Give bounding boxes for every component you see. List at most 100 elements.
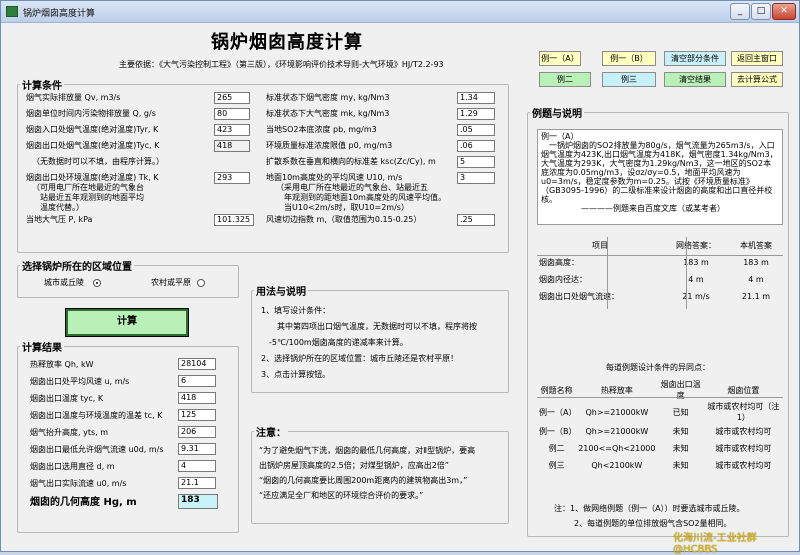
maximize-button[interactable]: □ [751, 3, 771, 20]
exponent-label: 风速切边指数 m,（取值范围为0.15-0.25） [266, 215, 422, 224]
wind-label: 地面10m高度处的平均风速 U10, m/s [266, 173, 403, 182]
example-2-button[interactable]: 例二 [539, 72, 591, 87]
footnote-1: 注：1、做网络例题（例一（A））时要选城市或丘陵。 [554, 504, 745, 513]
result-label-tc: 烟囱出口温度与环境温度的温差 tc, K [30, 411, 163, 420]
cond-label-3: 烟囱入口处烟气温度(绝对温度)Tyr, K [26, 125, 159, 134]
tyc-input[interactable]: 418 [214, 140, 250, 152]
tyr-input[interactable]: 423 [214, 124, 250, 136]
usage-line-3: -5℃/100m烟囱高度的递减率来计算。 [269, 338, 408, 347]
region-opt1-label: 城市或丘陵 [44, 278, 84, 287]
answer-table: 项目 网络答案： 本机答案 烟囱高度： 183 m 183 m 烟囱内径达： 4 m 4 m… [537, 237, 783, 305]
table-cell: 例一（A） [539, 407, 577, 417]
table-cell: 城市或农村均可 [715, 427, 772, 436]
calculate-button[interactable]: 计算 [65, 308, 189, 337]
pb-input[interactable]: .05 [457, 124, 495, 136]
cond-label-1: 烟气实际排放量 Qv, m3/s [26, 93, 121, 102]
answer-divider [607, 237, 608, 309]
results-legend: 计算结果 [22, 343, 62, 354]
qv-input[interactable]: 265 [214, 92, 250, 104]
cond-right-label-5: 扩散系数在垂直和横向的标准差 ksc(Zc/Cy), m [266, 157, 436, 166]
p0-input[interactable]: .06 [457, 140, 495, 152]
clear-results-button[interactable]: 清空结果 [664, 72, 726, 87]
table-cell: 未知 [672, 427, 689, 436]
ksc-input[interactable]: 5 [457, 156, 495, 168]
table-cell: Qh<2100kW [591, 461, 643, 470]
table-cell: 例一（B） [539, 427, 577, 436]
mk-input[interactable]: 1.29 [457, 108, 495, 120]
example-text: 例一（A） 一锅炉烟囱的SO2排放量为80g/s，烟气流量为265m3/s，入口… [537, 129, 783, 225]
wind-input[interactable]: 3 [457, 172, 495, 184]
q-input[interactable]: 80 [214, 108, 250, 120]
page-title: 锅炉烟囱高度计算 [211, 32, 363, 53]
title-bar: 锅炉烟囱高度计算 _ □ ✕ [1, 1, 799, 23]
height-value: 183 [178, 494, 218, 509]
table-cell: 未知 [672, 444, 689, 453]
region-rural-radio[interactable] [197, 279, 205, 287]
result-label-u0: 烟气出口实际流速 u0, m/s [30, 479, 127, 488]
result-label-d: 烟囱出口选用直径 d, m [30, 462, 115, 471]
cond-right-label-4: 环境质量标准浓度限值 p0, mg/m3 [266, 141, 393, 150]
table-cell: 183 m [683, 258, 709, 267]
tk-input[interactable]: 293 [214, 172, 250, 184]
usage-line-2: 其中第四项出口烟气温度，无数据时可以不填，程序将按 [261, 322, 477, 331]
notice-line-4: “还应满足全厂和地区的环境综合评价的要求。” [259, 491, 424, 500]
result-yts: 206 [178, 426, 216, 438]
result-label-u0d: 烟囱出口最低允许烟气流速 u0d, m/s [30, 445, 164, 454]
table-cell: Qh>=21000kW [585, 427, 649, 436]
tk-note: （可用电厂所在地最近的气象台 站最近五年观测到的地面平均 温度代替。） [32, 183, 144, 212]
example-1a-button[interactable]: 例一（A） [539, 51, 581, 66]
answer-header-3: 本机答案 [740, 241, 772, 250]
table-cell: 例三 [548, 461, 565, 470]
notice-line-2: 出锅炉房屋顶高度的2.5倍；对煤型锅炉，应高出2倍” [259, 461, 449, 470]
result-tyc: 418 [178, 392, 216, 404]
table-row: 烟囱内径达： 4 m 4 m [537, 271, 783, 288]
cond-label-4: 烟囱出口处烟气温度(绝对温度)Tyc, K [26, 141, 160, 150]
app-window: 锅炉烟囱高度计算 _ □ ✕ 锅炉烟囱高度计算 主要依据：《大气污染控制工程》（… [0, 0, 800, 555]
table-cell: 4 m [688, 275, 704, 284]
usage-line-5: 3、点击计算按钮。 [261, 370, 331, 379]
table-cell: Qh>=21000kW [585, 407, 649, 417]
cond-label-2: 烟囱单位时间内污染物排放量 Q, g/s [26, 109, 156, 118]
result-u0d: 9.31 [178, 443, 216, 455]
result-u0: 21.1 [178, 477, 216, 489]
region-legend: 选择锅炉所在的区域位置 [22, 262, 132, 273]
table-cell: 城市或农村均可（注1） [707, 402, 780, 422]
result-label-tyc: 烟囱出口温度 tyc, K [30, 394, 104, 403]
pressure-input[interactable]: 101.325 [214, 214, 254, 226]
formula-button[interactable]: 去计算公式 [731, 72, 783, 87]
footnote-2: 2、每道例题的单位排放烟气含SO2量相同。 [574, 519, 732, 528]
minimize-button[interactable]: _ [730, 3, 750, 20]
cond-right-label-1: 标准状态下烟气密度 my, kg/Nm3 [266, 93, 390, 102]
result-u: 6 [178, 375, 216, 387]
result-label-yts: 烟气抬升高度, yts, m [30, 428, 109, 437]
exponent-input[interactable]: .25 [457, 214, 495, 226]
notice-line-1: “为了避免烟气下洗，烟囱的最低几何高度，对Ⅱ型锅炉，要高 [259, 446, 476, 455]
example-1b-button[interactable]: 例一（B） [602, 51, 656, 66]
result-label-u: 烟囱出口处平均风速 u, m/s [30, 377, 130, 386]
result-d: 4 [178, 460, 216, 472]
example-3-button[interactable]: 例三 [602, 72, 656, 87]
region-city-radio[interactable] [93, 279, 101, 287]
table-cell: 183 m [743, 258, 769, 267]
table-cell: 城市或农村均可 [715, 461, 772, 470]
table-cell: 例二 [548, 444, 565, 453]
close-button[interactable]: ✕ [772, 3, 796, 20]
back-main-button[interactable]: 返回主窗口 [731, 51, 783, 66]
table-cell: 已知 [672, 407, 689, 417]
table-cell: 烟囱高度： [539, 258, 579, 267]
table-cell: 未知 [672, 461, 689, 470]
table-row: 烟囱高度： 183 m 183 m [537, 254, 783, 271]
notice-line-3: “烟囱的几何高度要比周围200m距离内的建筑物高出3m，” [259, 476, 468, 485]
clear-conditions-button[interactable]: 清空部分条件 [664, 51, 726, 66]
compare-table: 例题名称 热释放率 烟囱出口温度 烟囱位置 例一（A） Qh>=21000kW 已知 城市或… [537, 379, 783, 474]
my-input[interactable]: 1.34 [457, 92, 495, 104]
conditions-legend: 计算条件 [22, 81, 62, 92]
table-cell: 城市或农村均可 [715, 444, 772, 453]
result-tc: 125 [178, 409, 216, 421]
pressure-label: 当地大气压 P, kPa [26, 215, 93, 224]
answer-header-1: 项目 [592, 241, 608, 250]
example-legend: 例题与说明 [532, 109, 582, 120]
answer-header-2: 网络答案： [676, 241, 716, 250]
client-area: 锅炉烟囱高度计算 主要依据：《大气污染控制工程》（第三版），《环境影响评价技术导… [6, 25, 795, 547]
region-opt2-label: 农村或平原 [151, 278, 191, 287]
